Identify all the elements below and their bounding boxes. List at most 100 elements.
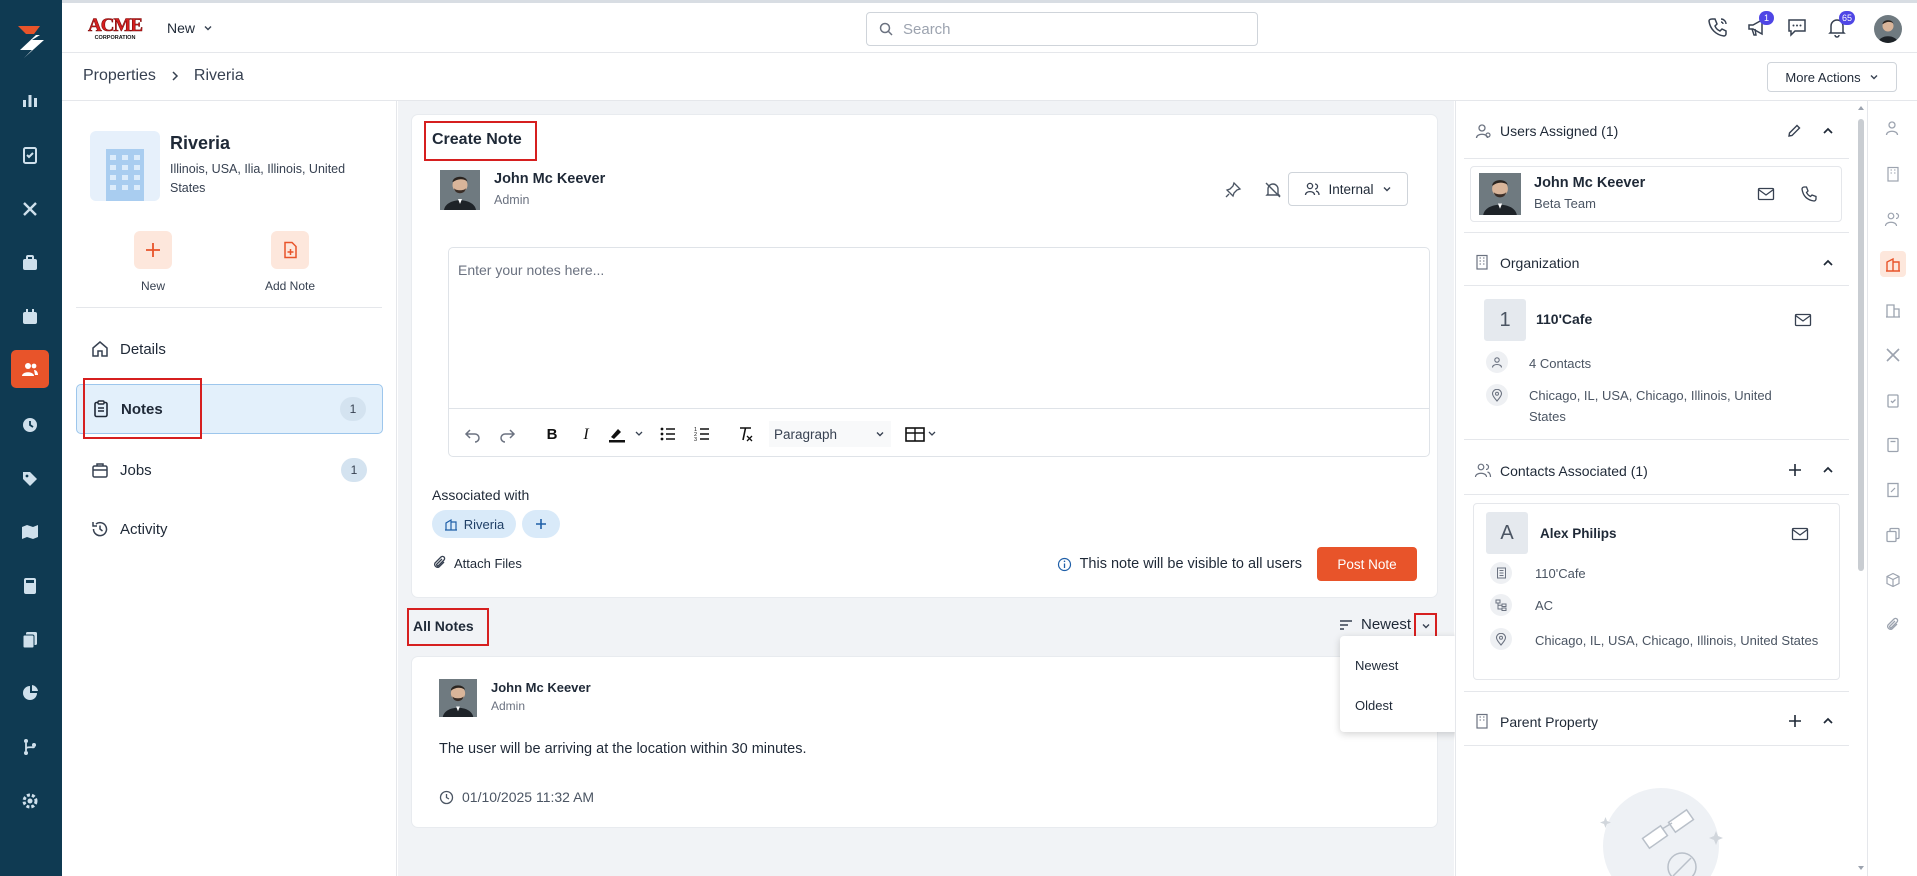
mail-icon[interactable] [1794, 312, 1812, 328]
rail-parent-property-icon[interactable] [1880, 297, 1906, 323]
bell-icon[interactable]: 65 [1826, 11, 1856, 40]
bullet-list-icon[interactable] [657, 423, 679, 445]
left-nav-activity[interactable]: Activity [76, 505, 383, 553]
top-bar: ACME CORPORATION New Search 1 65 [62, 0, 1917, 53]
plus-icon[interactable] [1788, 463, 1802, 477]
quick-new-button[interactable]: New [128, 231, 178, 293]
phone-icon[interactable] [1707, 16, 1731, 40]
rail-tools-icon[interactable] [1880, 342, 1906, 368]
sort-select[interactable]: Newest [1339, 616, 1411, 633]
left-nav-details[interactable]: Details [76, 325, 383, 373]
more-actions-button[interactable]: More Actions [1767, 62, 1897, 92]
author-name: John Mc Keever [494, 171, 606, 187]
rail-dashboard-icon[interactable] [11, 81, 49, 119]
rail-copy-icon[interactable] [1880, 522, 1906, 548]
add-association-button[interactable] [522, 510, 560, 538]
highlight-color-icon[interactable] [607, 423, 647, 445]
clear-format-icon[interactable] [735, 423, 757, 445]
plus-icon[interactable] [1788, 714, 1802, 728]
contact-address: Chicago, IL, USA, Chicago, Illinois, Uni… [1535, 633, 1819, 648]
rail-reports-icon[interactable] [11, 674, 49, 712]
chevron-up-icon[interactable] [1821, 463, 1835, 477]
divider [76, 307, 382, 308]
italic-icon[interactable]: I [575, 423, 597, 445]
rail-map-icon[interactable] [11, 513, 49, 551]
bell-off-icon[interactable] [1264, 181, 1282, 199]
building-icon [1476, 254, 1488, 270]
associated-chip-riveria[interactable]: Riveria [432, 510, 516, 538]
paragraph-select[interactable]: Paragraph [769, 421, 891, 447]
contacts-icon [1474, 463, 1492, 478]
phone-icon[interactable] [1800, 185, 1818, 203]
rail-paperclip-icon[interactable] [1880, 612, 1906, 638]
new-menu-button[interactable]: New [167, 20, 213, 36]
rail-jobs-icon[interactable] [11, 244, 49, 282]
chat-icon[interactable] [1786, 16, 1810, 40]
person-icon [1486, 351, 1508, 373]
bold-icon[interactable]: B [541, 423, 563, 445]
chevron-down-icon [204, 26, 212, 31]
rail-workflow-icon[interactable] [11, 728, 49, 766]
post-note-button[interactable]: Post Note [1317, 547, 1417, 581]
rail-calculator-icon[interactable] [11, 567, 49, 605]
rail-calculator-icon[interactable] [1880, 432, 1906, 458]
scroll-up-icon[interactable] [1857, 105, 1865, 111]
contact-name[interactable]: Alex Philips [1540, 526, 1617, 541]
sort-option-oldest[interactable]: Oldest [1355, 698, 1393, 713]
scrollbar-thumb[interactable] [1858, 119, 1864, 571]
jobs-count-badge: 1 [341, 458, 367, 482]
visibility-label: Internal [1328, 181, 1374, 197]
rail-contacts-icon[interactable] [1880, 206, 1906, 232]
edit-icon[interactable] [1786, 123, 1802, 139]
numbered-list-icon[interactable]: 123 [691, 423, 713, 445]
svg-text:B: B [547, 426, 558, 443]
pin-icon[interactable] [1224, 181, 1242, 199]
left-nav-jobs[interactable]: Jobs 1 [76, 446, 383, 494]
note-editor[interactable]: Enter your notes here... B I 123 Paragra… [448, 247, 1430, 457]
rail-contacts-icon[interactable] [11, 350, 49, 388]
user-avatar[interactable] [1874, 15, 1902, 43]
rail-documents-icon[interactable] [11, 621, 49, 659]
sort-option-newest[interactable]: Newest [1355, 658, 1398, 673]
search-input[interactable]: Search [866, 12, 1258, 46]
undo-icon[interactable] [461, 423, 483, 445]
chevron-up-icon[interactable] [1821, 256, 1835, 270]
app-logo-icon[interactable] [10, 20, 50, 60]
rail-tasks-icon[interactable] [11, 136, 49, 174]
assigned-user-card: John Mc Keever Beta Team [1470, 166, 1842, 222]
rail-calendar-icon[interactable] [11, 298, 49, 336]
breadcrumb-current: Riveria [193, 67, 244, 84]
chevron-right-icon [172, 71, 178, 81]
visibility-select[interactable]: Internal [1288, 172, 1408, 206]
rail-clipboard-icon[interactable] [1880, 387, 1906, 413]
table-icon[interactable] [904, 423, 944, 445]
quick-add-note-label: Add Note [264, 279, 316, 293]
attach-files-button[interactable]: Attach Files [432, 555, 522, 571]
rail-settings-icon[interactable] [11, 782, 49, 820]
chevron-up-icon[interactable] [1821, 714, 1835, 728]
rail-box-icon[interactable] [1880, 567, 1906, 593]
divider [1464, 745, 1849, 746]
redo-icon[interactable] [497, 423, 519, 445]
mail-icon[interactable] [1757, 186, 1775, 202]
rail-user-icon[interactable] [1880, 115, 1906, 141]
users-icon [1305, 182, 1321, 196]
megaphone-icon[interactable]: 1 [1746, 11, 1774, 40]
rail-property-icon[interactable] [1880, 251, 1906, 277]
quick-add-note-button[interactable]: Add Note [255, 231, 325, 293]
rail-building-icon[interactable] [1880, 161, 1906, 187]
highlight-box [424, 121, 537, 161]
chevron-up-icon[interactable] [1821, 124, 1835, 138]
note-author-name: John Mc Keever [491, 680, 591, 695]
rail-clock-icon[interactable] [11, 406, 49, 444]
scroll-down-icon[interactable] [1857, 865, 1865, 871]
breadcrumb-properties-link[interactable]: Properties [83, 67, 156, 85]
mail-icon[interactable] [1791, 526, 1809, 542]
company-logo[interactable]: ACME CORPORATION [84, 13, 146, 41]
rail-tag-icon[interactable] [11, 460, 49, 498]
rail-tools-icon[interactable] [11, 190, 49, 228]
sort-lines-icon [1340, 619, 1352, 630]
org-name[interactable]: 110'Cafe [1536, 311, 1592, 327]
right-panel-scrollbar[interactable] [1855, 101, 1867, 876]
rail-invoice-icon[interactable] [1880, 477, 1906, 503]
